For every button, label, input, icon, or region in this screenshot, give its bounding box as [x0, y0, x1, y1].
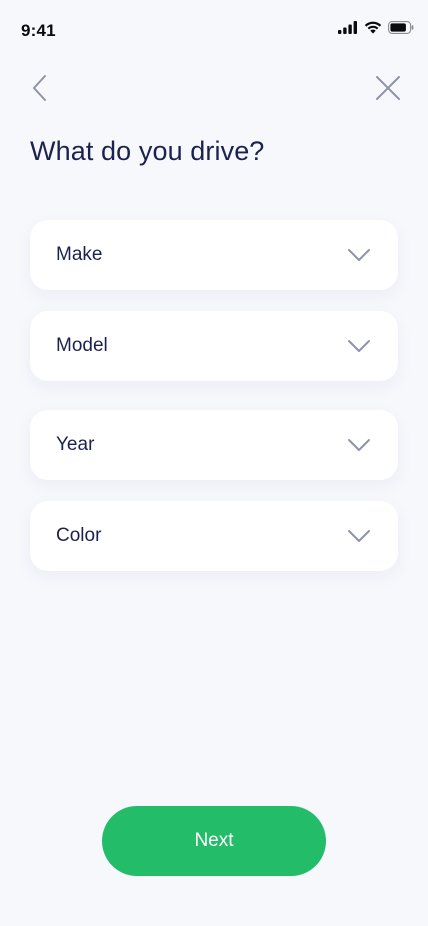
vehicle-info-screen: 9:41 What do you drive? Make Model Year …	[0, 0, 428, 926]
chevron-down-icon	[346, 338, 372, 354]
close-button[interactable]	[370, 72, 406, 108]
back-button[interactable]	[22, 72, 58, 108]
color-dropdown[interactable]: Color	[30, 501, 398, 571]
next-button[interactable]: Next	[102, 806, 326, 876]
chevron-down-icon	[346, 528, 372, 544]
page-title: What do you drive?	[30, 136, 265, 166]
model-label: Model	[56, 335, 108, 356]
cellular-signal-icon	[338, 21, 358, 39]
chevron-down-icon	[346, 247, 372, 263]
chevron-left-icon	[32, 74, 48, 107]
year-dropdown[interactable]: Year	[30, 410, 398, 480]
status-icons	[338, 21, 414, 39]
color-label: Color	[56, 525, 102, 546]
close-icon	[374, 74, 402, 107]
make-label: Make	[56, 244, 103, 265]
battery-icon	[388, 21, 414, 39]
year-label: Year	[56, 434, 95, 455]
status-time: 9:41	[21, 21, 56, 40]
make-dropdown[interactable]: Make	[30, 220, 398, 290]
model-dropdown[interactable]: Model	[30, 311, 398, 381]
chevron-down-icon	[346, 437, 372, 453]
status-bar: 9:41	[0, 0, 428, 62]
wifi-icon	[364, 21, 382, 39]
